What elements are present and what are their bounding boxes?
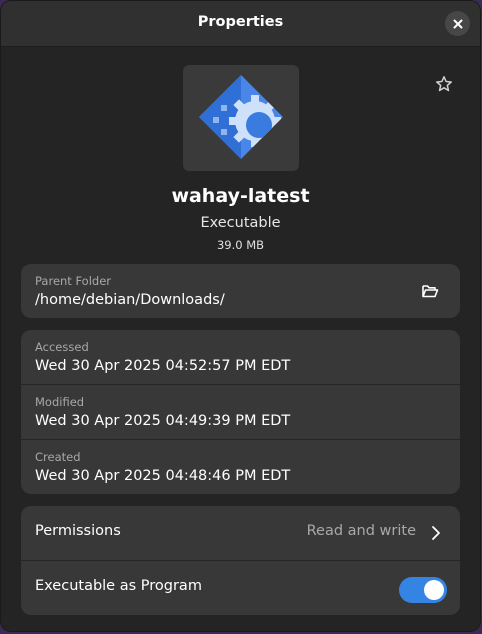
close-icon xyxy=(453,19,462,28)
date-row-created: Created Wed 30 Apr 2025 04:48:46 PM EDT xyxy=(21,440,460,494)
permissions-card: Permissions Read and write Executable as… xyxy=(21,506,460,615)
executable-toggle[interactable] xyxy=(399,577,447,603)
accessed-label: Accessed xyxy=(35,340,89,354)
parent-folder-label: Parent Folder xyxy=(35,274,112,288)
permissions-row[interactable]: Permissions Read and write xyxy=(21,506,460,560)
title-bar: Properties xyxy=(1,1,480,47)
star-button[interactable] xyxy=(431,71,457,97)
permissions-value: Read and write xyxy=(306,523,416,539)
open-folder-button[interactable] xyxy=(416,278,444,304)
accessed-value: Wed 30 Apr 2025 04:52:57 PM EDT xyxy=(35,358,291,374)
file-icon-box xyxy=(183,65,299,171)
properties-window: Properties wahay-latest Executable 39.0 … xyxy=(1,1,480,631)
dates-card: Accessed Wed 30 Apr 2025 04:52:57 PM EDT… xyxy=(21,330,460,494)
chevron-right-icon xyxy=(432,526,440,540)
toggle-knob xyxy=(424,580,444,600)
window-title: Properties xyxy=(197,14,284,30)
file-type: Executable xyxy=(200,215,281,231)
file-size: 39.0 MB xyxy=(216,238,265,252)
executable-label: Executable as Program xyxy=(35,578,202,594)
file-name: wahay-latest xyxy=(171,185,310,207)
date-row-modified: Modified Wed 30 Apr 2025 04:49:39 PM EDT xyxy=(21,385,460,439)
modified-value: Wed 30 Apr 2025 04:49:39 PM EDT xyxy=(35,413,291,429)
executable-gear-icon xyxy=(199,75,283,159)
modified-label: Modified xyxy=(35,395,85,409)
date-row-accessed: Accessed Wed 30 Apr 2025 04:52:57 PM EDT xyxy=(21,330,460,384)
executable-row: Executable as Program xyxy=(21,561,460,615)
open-folder-icon xyxy=(422,285,439,298)
close-button[interactable] xyxy=(445,11,470,36)
parent-folder-path: /home/debian/Downloads/ xyxy=(35,292,225,308)
star-icon xyxy=(436,76,452,92)
created-label: Created xyxy=(35,450,81,464)
created-value: Wed 30 Apr 2025 04:48:46 PM EDT xyxy=(35,468,291,484)
permissions-label: Permissions xyxy=(35,523,121,539)
parent-folder-card: Parent Folder /home/debian/Downloads/ xyxy=(21,264,460,318)
